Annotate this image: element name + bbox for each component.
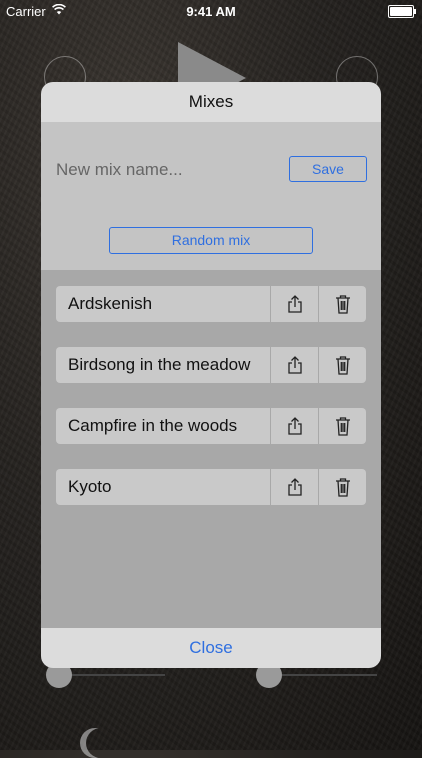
mix-name[interactable]: Birdsong in the meadow (56, 347, 282, 383)
trash-icon[interactable] (318, 469, 367, 505)
share-icon[interactable] (270, 408, 318, 444)
new-mix-name-input[interactable] (56, 155, 281, 185)
mix-name[interactable]: Kyoto (56, 469, 282, 505)
moon-icon[interactable] (86, 728, 116, 758)
mix-row: Campfire in the woods (56, 408, 366, 444)
volume-track-2 (282, 674, 377, 676)
mix-list: Ardskenish Birdsong in the meadow Campfi… (41, 270, 381, 628)
mix-name[interactable]: Campfire in the woods (56, 408, 282, 444)
battery-icon (388, 5, 416, 18)
share-icon[interactable] (270, 286, 318, 322)
random-mix-button[interactable]: Random mix (109, 227, 313, 254)
save-button[interactable]: Save (289, 156, 367, 182)
mix-row: Birdsong in the meadow (56, 347, 366, 383)
mix-row: Kyoto (56, 469, 366, 505)
share-icon[interactable] (270, 347, 318, 383)
volume-track (70, 674, 165, 676)
dialog-title: Mixes (41, 82, 381, 122)
share-icon[interactable] (270, 469, 318, 505)
status-bar: Carrier 9:41 AM (0, 0, 422, 22)
mixes-dialog: Mixes Save Random mix Ardskenish Birdson… (41, 82, 381, 668)
clock: 9:41 AM (186, 4, 236, 19)
close-button[interactable]: Close (41, 628, 381, 668)
trash-icon[interactable] (318, 347, 367, 383)
mix-name[interactable]: Ardskenish (56, 286, 282, 322)
trash-icon[interactable] (318, 408, 367, 444)
trash-icon[interactable] (318, 286, 367, 322)
mix-row: Ardskenish (56, 286, 366, 322)
